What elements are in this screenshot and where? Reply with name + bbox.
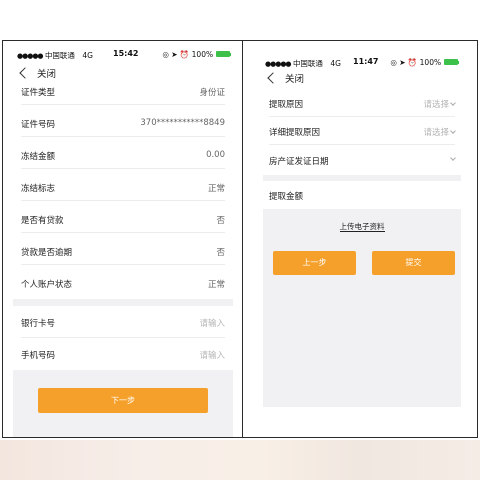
upload-link-wrap: 上传电子资料 xyxy=(263,221,461,232)
battery-icon xyxy=(443,59,458,65)
right-close-label: 关闭 xyxy=(285,74,305,85)
upload-link[interactable]: 上传电子资料 xyxy=(339,222,385,232)
right-status-time: 11:47 xyxy=(353,57,379,66)
next-button[interactable]: 下一步 xyxy=(38,388,208,413)
row-id-number: 证件号码 370***********8849 xyxy=(21,105,225,137)
amount-field[interactable]: 提取金额 xyxy=(269,181,455,209)
select-property-date[interactable]: 房产证发证日期 xyxy=(269,145,456,175)
location-icon: ◎ ➤ ⏰ xyxy=(390,58,418,67)
screenshot-frame: ●●●●● 中国联通 4G 15:42 ◎ ➤ ⏰ 100% 关闭 证件类型 身… xyxy=(2,40,478,438)
left-status-carrier: ●●●●● 中国联通 4G xyxy=(17,51,93,60)
row-has-loan: 是否有贷款 否 xyxy=(21,201,225,233)
signal-icon: ●●●●● xyxy=(265,60,292,68)
chevron-left-icon xyxy=(267,72,279,84)
row-loan-overdue: 贷款是否逾期 否 xyxy=(21,233,225,265)
right-status-right: ◎ ➤ ⏰ 100% xyxy=(390,58,459,67)
row-frozen-flag: 冻结标志 正常 xyxy=(21,169,225,201)
left-status-bar: ●●●●● 中国联通 4G 15:42 ◎ ➤ ⏰ 100% xyxy=(17,47,231,61)
location-icon: ◎ ➤ ⏰ xyxy=(162,50,190,59)
chevron-down-icon xyxy=(450,100,456,106)
row-account-status: 个人账户状态 正常 xyxy=(21,280,225,290)
bottom-margin xyxy=(0,440,480,480)
row-id-type: 证件类型 身份证 xyxy=(21,85,225,105)
left-status-time: 15:42 xyxy=(113,49,139,58)
left-status-right: ◎ ➤ ⏰ 100% xyxy=(162,50,231,59)
battery-icon xyxy=(215,51,230,57)
phone-field[interactable]: 手机号码 请输入 xyxy=(21,338,225,370)
right-nav-back[interactable]: 关闭 xyxy=(267,71,369,89)
right-status-carrier: ●●●●● 中国联通 4G xyxy=(265,59,341,68)
select-detail-reason[interactable]: 详细提取原因 请选择 xyxy=(269,117,456,145)
select-withdraw-reason[interactable]: 提取原因 请选择 xyxy=(269,89,456,117)
prev-button[interactable]: 上一步 xyxy=(273,251,356,275)
chevron-down-icon xyxy=(450,128,456,134)
panel-divider xyxy=(242,41,243,437)
submit-button[interactable]: 提交 xyxy=(372,251,455,275)
bank-card-field[interactable]: 银行卡号 请输入 xyxy=(21,306,225,338)
row-frozen-amount: 冻结金额 0.00 xyxy=(21,137,225,169)
top-margin xyxy=(0,0,480,40)
left-nav-back[interactable]: 关闭 xyxy=(19,66,121,84)
right-status-bar: ●●●●● 中国联通 4G 11:47 ◎ ➤ ⏰ 100% xyxy=(265,55,459,69)
right-footer-area xyxy=(263,209,461,407)
left-close-label: 关闭 xyxy=(37,69,57,80)
chevron-down-icon xyxy=(450,155,456,161)
left-section-gap xyxy=(13,299,233,306)
chevron-left-icon xyxy=(19,67,31,79)
signal-icon: ●●●●● xyxy=(17,52,44,60)
